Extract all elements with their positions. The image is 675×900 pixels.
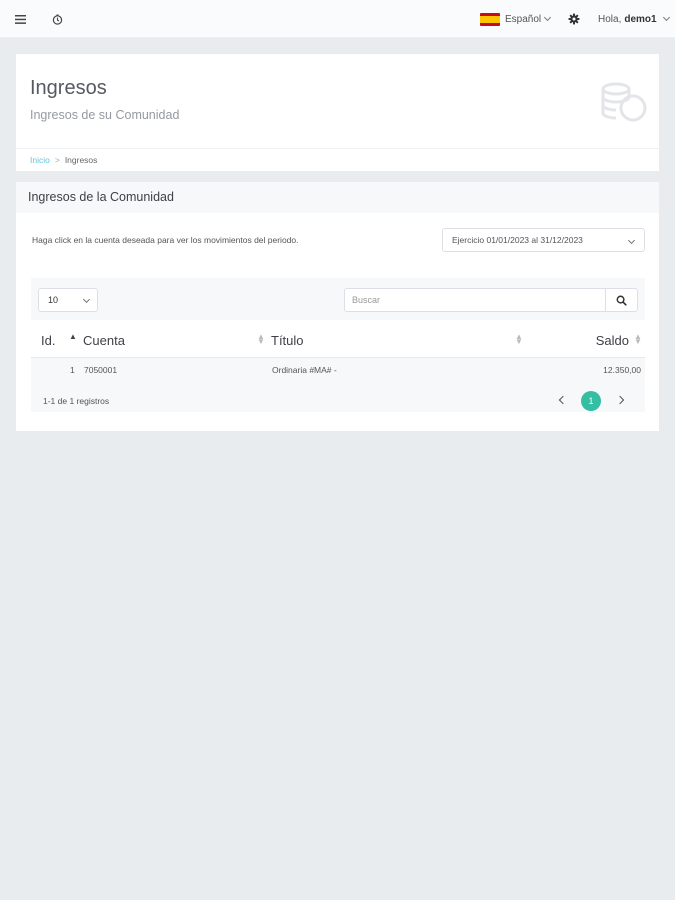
page-size-select[interactable]: 10: [38, 288, 98, 312]
page-subtitle: Ingresos de su Comunidad: [30, 108, 180, 122]
chevron-down-icon: [82, 295, 91, 304]
search-input[interactable]: Buscar: [344, 288, 606, 312]
instruction-text: Haga click en la cuenta deseada para ver…: [32, 235, 299, 245]
table-row[interactable]: 1 7050001 Ordinaria #MA# - 12.350,00: [31, 358, 645, 382]
page-header-card: Ingresos Ingresos de su Comunidad Inicio…: [16, 54, 659, 171]
cell-saldo: 12.350,00: [603, 365, 641, 375]
breadcrumb-divider: [16, 148, 659, 149]
breadcrumb-separator: >: [54, 155, 60, 165]
greeting-label: Hola,: [598, 13, 622, 25]
cell-cuenta[interactable]: 7050001: [84, 365, 117, 375]
chevron-down-icon: [627, 236, 636, 245]
pagination-current-page[interactable]: 1: [581, 391, 601, 411]
spain-flag-icon[interactable]: [480, 13, 500, 26]
breadcrumb-current: Ingresos: [64, 155, 98, 165]
breadcrumb-home-link[interactable]: Inicio: [30, 155, 50, 165]
card-title: Ingresos de la Comunidad: [28, 190, 174, 204]
clock-icon[interactable]: [49, 0, 65, 38]
column-header-saldo[interactable]: Saldo: [596, 333, 629, 348]
chevron-down-icon: [662, 13, 670, 22]
period-select[interactable]: Ejercicio 01/01/2023 al 31/12/2023: [442, 228, 645, 252]
column-header-id[interactable]: Id.: [41, 333, 55, 348]
sort-icon[interactable]: ▲ ▼: [515, 333, 523, 346]
page-title: Ingresos: [30, 77, 107, 99]
coins-icon: [600, 81, 648, 130]
language-selector[interactable]: Español: [505, 0, 552, 38]
sort-asc-icon[interactable]: ▲: [69, 333, 77, 341]
sort-icon[interactable]: ▲ ▼: [257, 333, 265, 346]
search-button[interactable]: [605, 288, 638, 312]
hamburger-icon[interactable]: [12, 0, 28, 38]
table-header: Id. ▲ Cuenta ▲ ▼ Título ▲ ▼ Saldo ▲ ▼: [31, 320, 645, 358]
gear-icon[interactable]: [568, 0, 580, 38]
period-select-value: Ejercicio 01/01/2023 al 31/12/2023: [452, 235, 583, 245]
user-menu[interactable]: Hola, demo1: [598, 0, 670, 38]
pagination-next-icon[interactable]: [615, 393, 625, 407]
username-label: demo1: [624, 13, 657, 25]
top-bar: Español Hola, demo1: [0, 0, 675, 38]
language-label: Español: [505, 13, 542, 25]
column-header-titulo[interactable]: Título: [271, 333, 304, 348]
search-icon: [616, 295, 627, 306]
income-card: Ingresos de la Comunidad Haga click en l…: [16, 182, 659, 431]
column-header-cuenta[interactable]: Cuenta: [83, 333, 125, 348]
chevron-down-icon: [544, 13, 552, 22]
table-info: 1-1 de 1 registros: [43, 396, 110, 406]
page-size-value: 10: [48, 295, 59, 305]
cell-id: 1: [70, 365, 75, 375]
card-header: Ingresos de la Comunidad: [16, 182, 659, 213]
sort-icon[interactable]: ▲ ▼: [634, 333, 642, 346]
breadcrumb: Inicio > Ingresos: [30, 155, 97, 165]
pagination-prev-icon[interactable]: [558, 393, 568, 407]
cell-titulo: Ordinaria #MA# -: [272, 365, 337, 375]
table-panel: 10 Buscar Id. ▲ Cuenta ▲ ▼ Título ▲ ▼ Sald…: [31, 278, 645, 412]
